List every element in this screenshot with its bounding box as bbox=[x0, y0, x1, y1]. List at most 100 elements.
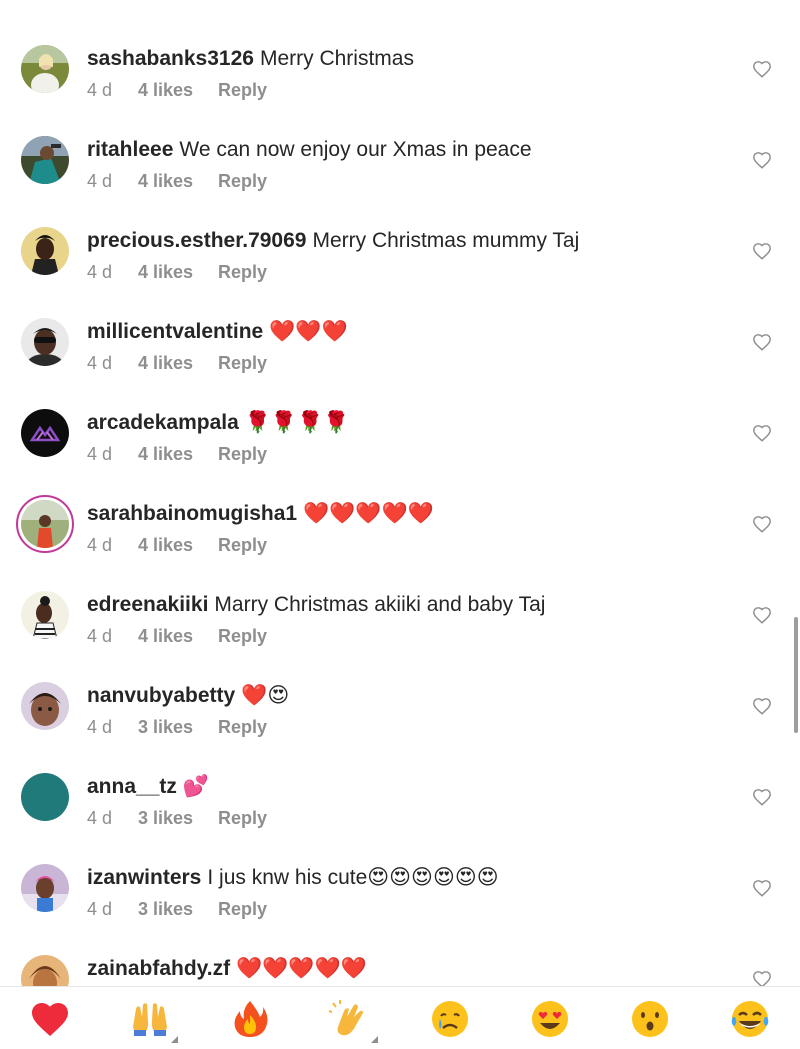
reply-button[interactable]: Reply bbox=[218, 807, 267, 829]
comment-username[interactable]: arcadekampala bbox=[87, 411, 239, 434]
comment-username[interactable]: edreenakiiki bbox=[87, 593, 208, 616]
comment-line: ritahleee We can now enjoy our Xmas in pe… bbox=[87, 136, 532, 164]
comment-username[interactable]: anna__tz bbox=[87, 775, 177, 798]
comment-line: millicentvalentine ❤️❤️❤️ bbox=[87, 318, 348, 346]
like-heart-icon[interactable] bbox=[752, 60, 772, 78]
avatar[interactable] bbox=[21, 45, 69, 93]
comment-age: 4 d bbox=[87, 535, 113, 555]
comment-username[interactable]: zainabfahdy.zf bbox=[87, 957, 230, 980]
comment-item: ritahleee We can now enjoy our Xmas in pe… bbox=[0, 135, 800, 226]
comment-text: Merry Christmas mummy Taj bbox=[312, 229, 580, 252]
reply-button[interactable]: Reply bbox=[218, 534, 267, 556]
like-heart-icon[interactable] bbox=[752, 333, 772, 351]
comment-username[interactable]: precious.esther.79069 bbox=[87, 229, 306, 252]
avatar[interactable] bbox=[21, 136, 69, 184]
crying-face-icon[interactable] bbox=[428, 997, 472, 1041]
scrollbar[interactable] bbox=[794, 617, 798, 733]
reply-button[interactable]: Reply bbox=[218, 625, 267, 647]
avatar[interactable] bbox=[21, 773, 69, 821]
comment-line: zainabfahdy.zf ❤️❤️❤️❤️❤️ bbox=[87, 955, 367, 983]
comment-username[interactable]: sarahbainomugisha1 bbox=[87, 502, 297, 525]
fire-icon[interactable] bbox=[228, 997, 272, 1041]
comment-meta: 4 d 4 likes Reply bbox=[87, 170, 267, 192]
avatar-story-ring[interactable] bbox=[16, 495, 74, 553]
comment-age: 4 d bbox=[87, 353, 113, 373]
comment-age: 4 d bbox=[87, 80, 113, 100]
comment-username[interactable]: sashabanks3126 bbox=[87, 47, 254, 70]
comment-meta: 4 d 4 likes Reply bbox=[87, 79, 267, 101]
comment-likes[interactable]: 3 likes bbox=[138, 807, 218, 829]
comment-age: 4 d bbox=[87, 444, 113, 464]
like-heart-icon[interactable] bbox=[752, 697, 772, 715]
tears-of-joy-icon[interactable] bbox=[728, 997, 772, 1041]
comment-text: 💕 bbox=[182, 775, 210, 798]
comment-username[interactable]: nanvubyabetty bbox=[87, 684, 235, 707]
reply-button[interactable]: Reply bbox=[218, 79, 267, 101]
comment-item: sashabanks3126 Merry Christmas 4 d 4 likes… bbox=[0, 44, 800, 135]
comment-likes[interactable]: 4 likes bbox=[138, 170, 218, 192]
comment-likes[interactable]: 4 likes bbox=[138, 261, 218, 283]
reply-button[interactable]: Reply bbox=[218, 352, 267, 374]
raising-hands-icon[interactable] bbox=[128, 997, 178, 1043]
comments-screen: sashabanks3126 Merry Christmas 4 d 4 likes… bbox=[0, 0, 800, 1049]
comment-text: We can now enjoy our Xmas in peace bbox=[179, 138, 532, 161]
comment-likes[interactable]: 3 likes bbox=[138, 716, 218, 738]
like-heart-icon[interactable] bbox=[752, 424, 772, 442]
comment-age: 4 d bbox=[87, 626, 113, 646]
comment-username[interactable]: izanwinters bbox=[87, 866, 201, 889]
comment-line: sarahbainomugisha1 ❤️❤️❤️❤️❤️ bbox=[87, 500, 434, 528]
reply-button[interactable]: Reply bbox=[218, 898, 267, 920]
comment-likes[interactable]: 4 likes bbox=[138, 79, 218, 101]
avatar[interactable] bbox=[21, 682, 69, 730]
reply-button[interactable]: Reply bbox=[218, 716, 267, 738]
reply-button[interactable]: Reply bbox=[218, 261, 267, 283]
comment-item: sarahbainomugisha1 ❤️❤️❤️❤️❤️ 4 d 4 likes R… bbox=[0, 495, 800, 590]
reply-button[interactable]: Reply bbox=[218, 443, 267, 465]
reply-button[interactable]: Reply bbox=[218, 170, 267, 192]
like-heart-icon[interactable] bbox=[752, 788, 772, 806]
comment-likes[interactable]: 4 likes bbox=[138, 534, 218, 556]
comment-text: ❤️❤️❤️❤️❤️ bbox=[236, 957, 367, 980]
comment-text: ❤️❤️❤️ bbox=[269, 320, 348, 343]
comment-likes[interactable]: 3 likes bbox=[138, 898, 218, 920]
like-heart-icon[interactable] bbox=[752, 606, 772, 624]
like-heart-icon[interactable] bbox=[752, 879, 772, 897]
avatar[interactable] bbox=[21, 591, 69, 639]
comment-meta: 4 d 4 likes Reply bbox=[87, 534, 267, 556]
comment-item: izanwinters I jus knw his cute😍😍😍😍😍😍 4 d 3… bbox=[0, 863, 800, 954]
comment-likes[interactable]: 4 likes bbox=[138, 625, 218, 647]
comment-item: zainabfahdy.zf ❤️❤️❤️❤️❤️ bbox=[0, 954, 800, 986]
like-heart-icon[interactable] bbox=[752, 151, 772, 169]
skin-tone-indicator bbox=[171, 1036, 178, 1043]
avatar[interactable] bbox=[21, 955, 69, 986]
red-heart-icon[interactable] bbox=[28, 997, 72, 1041]
quick-reaction-bar bbox=[0, 986, 800, 1049]
comment-meta: 4 d 3 likes Reply bbox=[87, 898, 267, 920]
skin-tone-indicator bbox=[371, 1036, 378, 1043]
comment-line: izanwinters I jus knw his cute😍😍😍😍😍😍 bbox=[87, 864, 499, 892]
avatar[interactable] bbox=[21, 318, 69, 366]
clapping-hands-icon[interactable] bbox=[328, 997, 378, 1043]
comment-likes[interactable]: 4 likes bbox=[138, 352, 218, 374]
like-heart-icon[interactable] bbox=[752, 970, 772, 986]
comment-item: arcadekampala 🌹🌹🌹🌹 4 d 4 likes Reply bbox=[0, 408, 800, 499]
comment-likes[interactable]: 4 likes bbox=[138, 443, 218, 465]
avatar[interactable] bbox=[21, 227, 69, 275]
comment-age: 4 d bbox=[87, 899, 113, 919]
comment-username[interactable]: ritahleee bbox=[87, 138, 173, 161]
comment-text: ❤️😍 bbox=[241, 684, 290, 707]
comment-text: 🌹🌹🌹🌹 bbox=[244, 411, 350, 434]
comment-list[interactable]: sashabanks3126 Merry Christmas 4 d 4 likes… bbox=[0, 44, 800, 986]
surprised-face-icon[interactable] bbox=[628, 997, 672, 1041]
comment-line: precious.esther.79069 Merry Christmas mum… bbox=[87, 227, 579, 255]
like-heart-icon[interactable] bbox=[752, 515, 772, 533]
comment-meta: 4 d 4 likes Reply bbox=[87, 261, 267, 283]
avatar[interactable] bbox=[21, 409, 69, 457]
comment-item: precious.esther.79069 Merry Christmas mum… bbox=[0, 226, 800, 317]
heart-eyes-icon[interactable] bbox=[528, 997, 572, 1041]
comment-meta: 4 d 4 likes Reply bbox=[87, 443, 267, 465]
like-heart-icon[interactable] bbox=[752, 242, 772, 260]
comment-text: Marry Christmas akiiki and baby Taj bbox=[214, 593, 546, 616]
comment-username[interactable]: millicentvalentine bbox=[87, 320, 263, 343]
avatar[interactable] bbox=[21, 864, 69, 912]
